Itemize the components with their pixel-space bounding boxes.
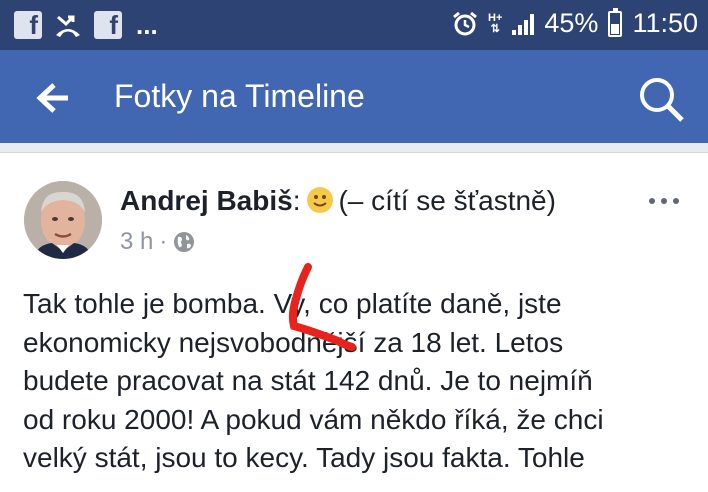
post-line: od roku 2000! A pokud vám někdo říká, že… [23,403,604,435]
battery-icon [608,7,623,37]
post-time[interactable]: 3 h [120,227,153,257]
page-title: Fotky na Timeline [114,78,365,114]
post-line: ekonomicky nejsvobodnější za 18 let. Let… [23,326,564,358]
avatar[interactable] [24,181,102,259]
post-line: budete pracovat na stát 142 dnů. Je to n… [23,365,593,396]
search-icon[interactable] [636,74,686,124]
post-header: Andrej Babiš: (– cítí se šťastně) [120,183,556,219]
post-card: Andrej Babiš: (– cítí se šťastně) 3 h · … [0,152,708,492]
post-body: Tak tohle je bomba. Vy, co platíte daně,… [23,285,703,478]
post-line: Tak tohle je bomba. Vy, co platíte daně,… [23,288,562,319]
globe-icon [174,232,195,252]
alarm-icon [453,11,477,35]
smiley-icon [307,187,334,213]
status-bar: f f ... H+ ⇅ 45% 11:50 [0,0,708,50]
signal-icon [512,13,535,35]
battery-percent: 45% [544,8,599,38]
feeling-separator: : [292,185,301,216]
more-notifications: ... [136,10,158,40]
app-bar: Fotky na Timeline [0,50,708,143]
facebook-notification-icon: f [94,10,122,40]
arrow-left-icon[interactable] [34,78,74,118]
facebook-notification-icon: f [14,10,42,40]
feeling-text: (– cítí se šťastně) [338,185,556,216]
more-horizontal-icon[interactable] [646,193,682,209]
missed-call-icon [56,15,80,37]
clock: 11:50 [632,8,698,38]
post-line: velký stát, jsou to kecy. Tady jsou fakt… [23,442,585,473]
post-meta: 3 h · [120,227,195,257]
meta-dot: · [159,228,168,255]
network-type: H+ ⇅ [488,11,503,35]
author-name[interactable]: Andrej Babiš [120,185,293,216]
